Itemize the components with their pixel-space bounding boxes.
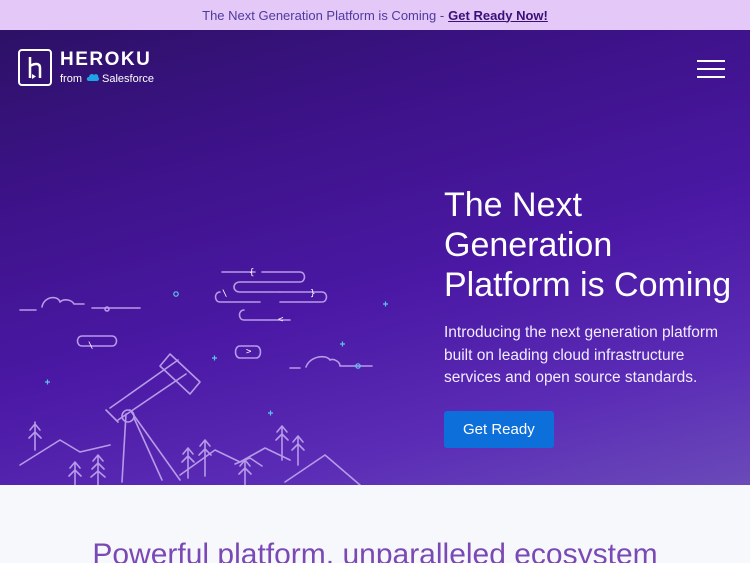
get-ready-button[interactable]: Get Ready	[444, 410, 554, 448]
brand-name: HEROKU	[60, 48, 152, 70]
svg-text:>: >	[246, 347, 252, 357]
section-title: Powerful platform, unparalleled ecosyste…	[92, 538, 658, 563]
from-prefix: from	[60, 72, 82, 85]
svg-text:<: <	[278, 315, 284, 325]
telescope-landscape-icon: { \ } < > \	[19, 268, 388, 485]
svg-text:{: {	[249, 268, 254, 278]
get-ready-now-link[interactable]: Get Ready Now!	[448, 8, 548, 23]
from-company: Salesforce	[102, 72, 154, 85]
hero-text-block: The Next Generation Platform is Coming I…	[444, 185, 744, 448]
svg-text:\: \	[222, 289, 227, 299]
heroku-logo[interactable]: HEROKU from Salesforce	[18, 49, 154, 86]
hero-subtitle: Introducing the next generation platform…	[444, 324, 719, 386]
salesforce-cloud-icon	[86, 72, 100, 86]
svg-text:\: \	[88, 341, 93, 351]
svg-text:}: }	[310, 289, 315, 299]
announcement-text: The Next Generation Platform is Coming -	[202, 7, 445, 23]
heroku-logo-icon	[18, 49, 52, 86]
hamburger-menu-icon[interactable]	[697, 60, 731, 82]
hero-section: HEROKU from Salesforce {\} < > \ The N…	[0, 30, 750, 485]
hero-title: The Next Generation Platform is Coming	[444, 186, 732, 304]
announcement-bar: The Next Generation Platform is Coming -…	[0, 0, 750, 30]
